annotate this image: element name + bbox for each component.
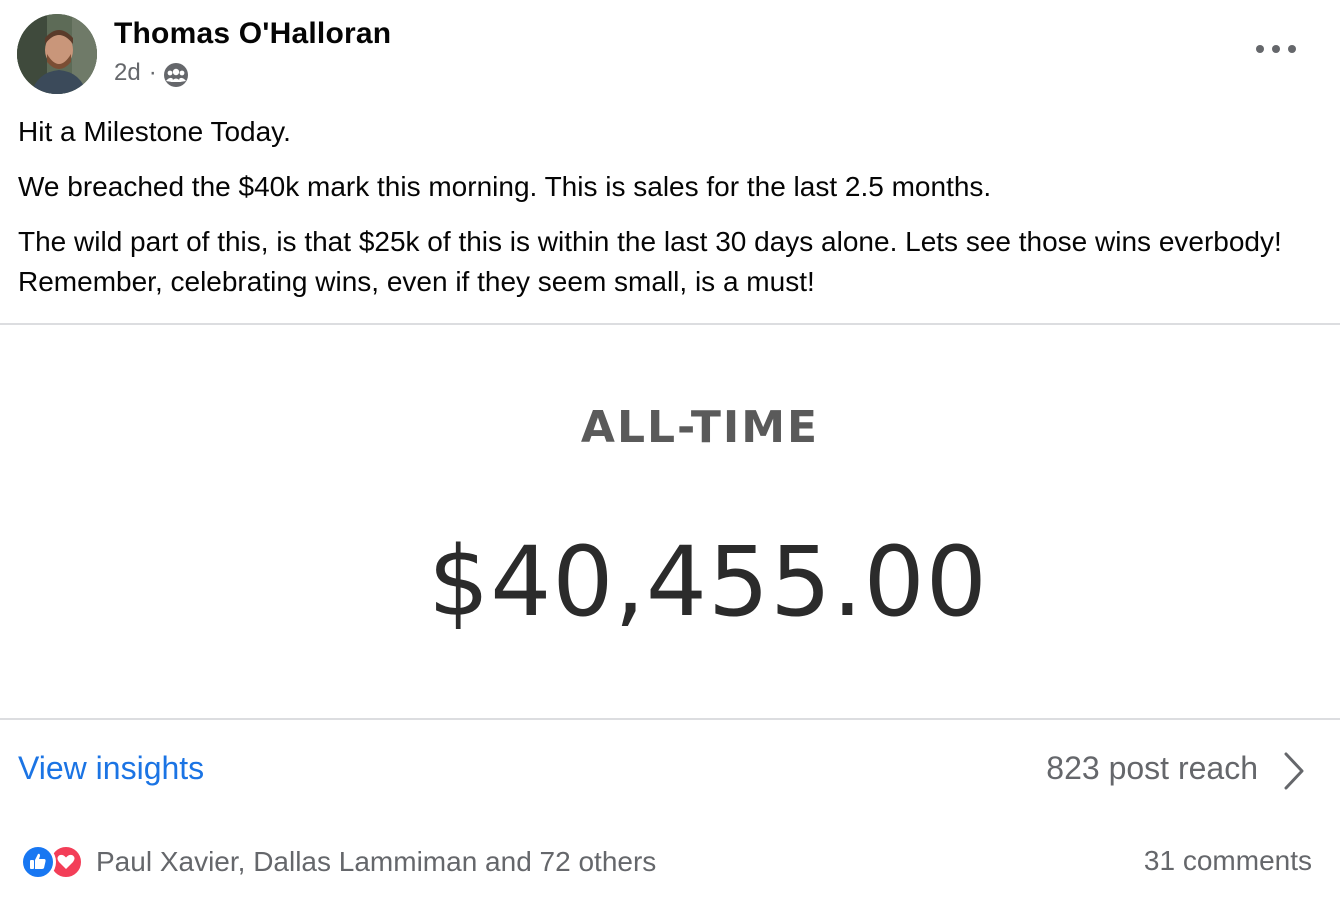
post-paragraph: Hit a Milestone Today.: [18, 116, 291, 147]
post-meta: 2d ·: [114, 58, 189, 88]
author-avatar[interactable]: [17, 14, 97, 94]
chevron-right-icon[interactable]: [1280, 750, 1308, 792]
author-name[interactable]: Thomas O'Halloran: [114, 17, 391, 51]
divider: [0, 718, 1340, 720]
dot: [1272, 45, 1280, 53]
meta-separator: ·: [148, 59, 157, 86]
image-amount: $40,455.00: [428, 526, 988, 638]
reaction-names[interactable]: Paul Xavier, Dallas Lammiman and 72 othe…: [96, 846, 656, 878]
image-label: ALL-TIME: [580, 402, 820, 453]
like-icon: [20, 844, 56, 880]
post-image[interactable]: [0, 326, 1340, 719]
comments-count[interactable]: 31 comments: [1144, 845, 1312, 877]
group-icon: [163, 63, 188, 87]
divider: [0, 323, 1340, 325]
post-text: Hit a Milestone Today. We breached the $…: [18, 112, 1318, 317]
dot: [1288, 45, 1296, 53]
reactions-summary[interactable]: Paul Xavier, Dallas Lammiman and 72 othe…: [20, 842, 656, 882]
view-insights-link[interactable]: View insights: [18, 750, 204, 787]
post-time[interactable]: 2d: [114, 59, 141, 87]
post-paragraph: The wild part of this, is that $25k of t…: [18, 226, 1282, 297]
post-header: Thomas O'Halloran 2d ·: [0, 0, 1340, 110]
dot: [1256, 45, 1264, 53]
more-options-icon[interactable]: [1256, 34, 1296, 64]
post-paragraph: We breached the $40k mark this morning. …: [18, 171, 992, 202]
post-reach[interactable]: 823 post reach: [1046, 750, 1258, 787]
